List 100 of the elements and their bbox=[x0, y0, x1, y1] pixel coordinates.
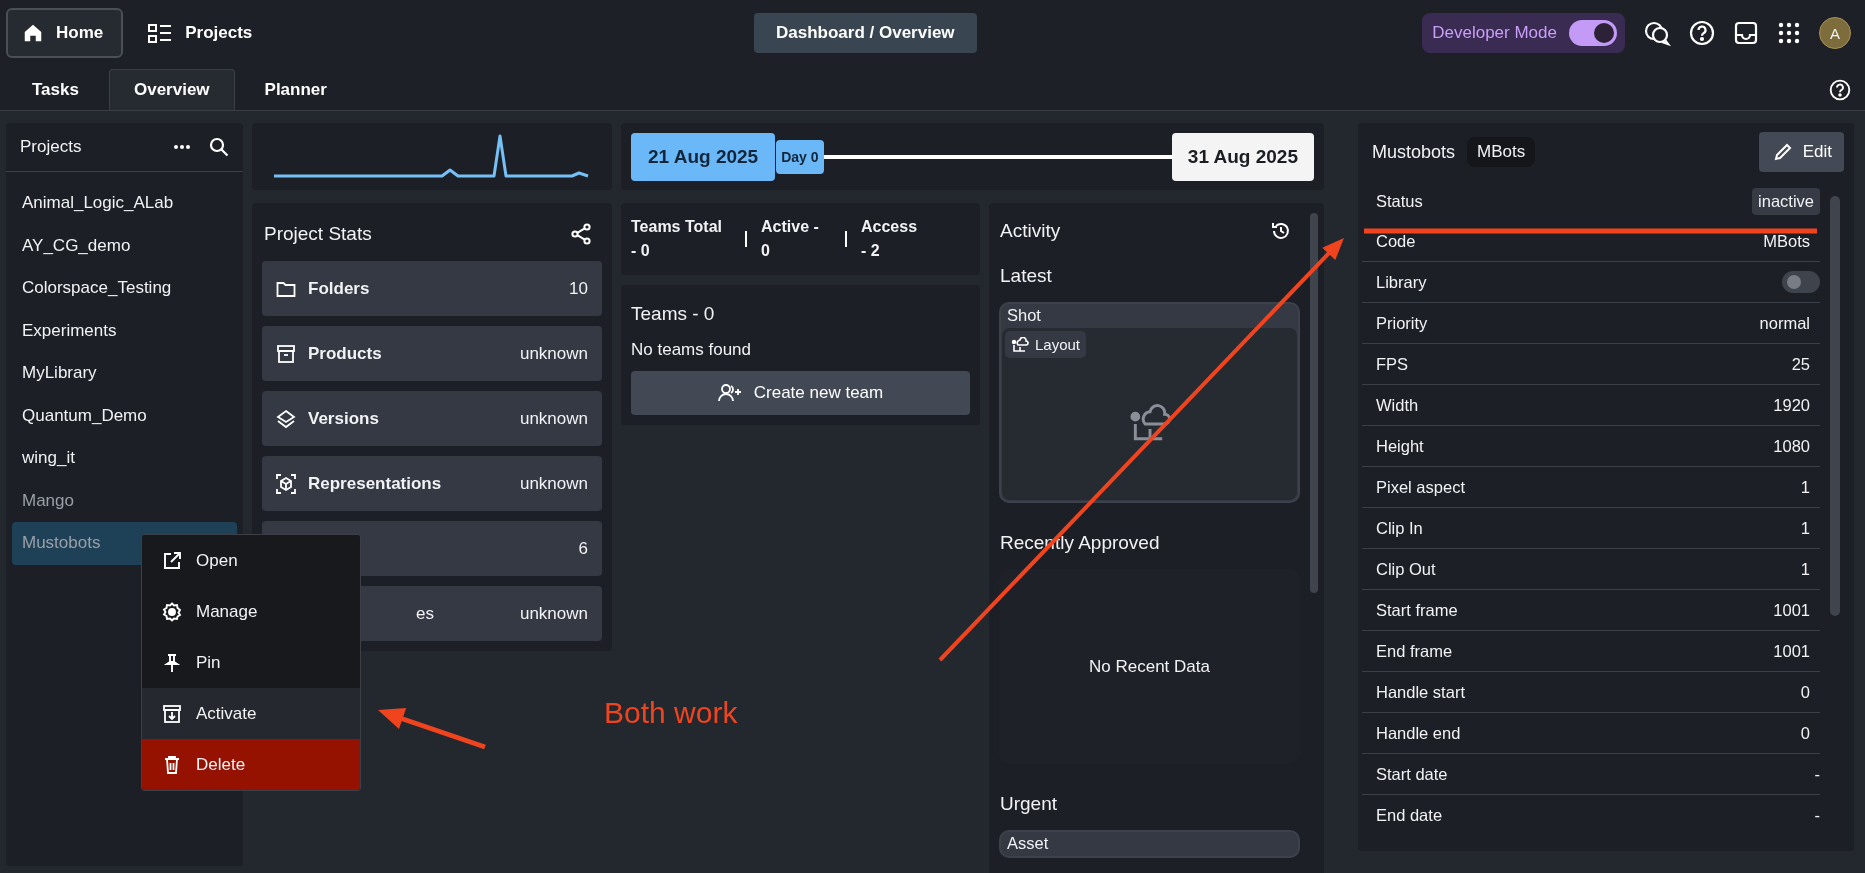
stat-label: Representations bbox=[308, 473, 442, 494]
team-stat: Teams Total - 0 bbox=[631, 217, 723, 261]
stat-label: es bbox=[416, 603, 434, 624]
field-value: 1 bbox=[1800, 518, 1811, 538]
status-tag: inactive bbox=[1752, 187, 1820, 215]
annotation-note: Both work bbox=[604, 696, 738, 730]
stat-row[interactable]: Representations unknown bbox=[262, 456, 602, 511]
start-date-chip[interactable]: 21 Aug 2025 bbox=[631, 132, 776, 181]
field-label: Start date bbox=[1376, 764, 1448, 784]
field-label: Width bbox=[1376, 395, 1419, 415]
project-item[interactable]: AY_CG_demo bbox=[12, 224, 237, 267]
project-item[interactable]: Colorspace_Testing bbox=[12, 267, 237, 310]
developer-mode-toggle[interactable]: Developer Mode bbox=[1422, 13, 1625, 53]
field-value: 1001 bbox=[1773, 641, 1811, 661]
tab[interactable]: Planner bbox=[240, 69, 351, 110]
inbox-icon[interactable] bbox=[1733, 20, 1759, 46]
field-label: Clip In bbox=[1376, 518, 1423, 538]
settings-icon bbox=[162, 601, 182, 622]
stat-label: Folders bbox=[308, 278, 370, 299]
field-label: Priority bbox=[1376, 313, 1428, 333]
panel-title: Activity bbox=[1000, 219, 1061, 242]
toggle-switch[interactable] bbox=[1782, 271, 1820, 293]
field-value: 1 bbox=[1800, 477, 1811, 497]
tab[interactable]: Tasks bbox=[8, 69, 103, 110]
field-label: Status bbox=[1376, 191, 1423, 211]
search-icon[interactable] bbox=[209, 137, 229, 157]
task-tag: Layout bbox=[1005, 331, 1087, 359]
field-value: 1920 bbox=[1773, 395, 1811, 415]
home-button[interactable]: Home bbox=[6, 8, 124, 58]
stat-value: unknown bbox=[519, 343, 588, 364]
menu-label: Manage bbox=[196, 601, 258, 622]
field-value: normal bbox=[1759, 313, 1811, 333]
project-item[interactable]: Animal_Logic_ALab bbox=[12, 182, 237, 225]
help-icon[interactable] bbox=[1829, 79, 1851, 101]
stat-value: unknown bbox=[519, 408, 588, 429]
external-link-icon bbox=[162, 550, 182, 571]
apps-grid-icon[interactable] bbox=[1777, 21, 1801, 45]
menu-item[interactable]: Activate bbox=[142, 688, 360, 739]
share-icon[interactable] bbox=[570, 223, 592, 245]
chat-icon[interactable] bbox=[1643, 19, 1671, 47]
card-title: Teams - 0 bbox=[631, 302, 716, 326]
empty-message: No Recent Data bbox=[1089, 656, 1210, 677]
project-title: Mustobots bbox=[1372, 141, 1456, 163]
scrollbar[interactable] bbox=[1830, 196, 1840, 616]
field-value: - bbox=[1814, 764, 1820, 784]
archive-box-icon bbox=[162, 703, 182, 724]
stat-value: unknown bbox=[519, 473, 588, 494]
field-value: 0 bbox=[1800, 682, 1811, 702]
home-icon bbox=[22, 22, 44, 44]
field-label: Start frame bbox=[1376, 600, 1458, 620]
trash-icon bbox=[162, 754, 182, 775]
field-value: MBots bbox=[1763, 231, 1811, 251]
field-label: End frame bbox=[1376, 641, 1453, 661]
section-heading: Latest bbox=[1000, 264, 1053, 289]
project-item[interactable]: wing_it bbox=[12, 437, 237, 480]
field-value: 0 bbox=[1800, 723, 1811, 743]
breadcrumb-button[interactable]: Dashboard / Overview bbox=[754, 13, 977, 53]
stat-row[interactable]: Versions unknown bbox=[262, 391, 602, 446]
card-title: Project Stats bbox=[264, 223, 372, 245]
user-avatar[interactable]: A bbox=[1819, 17, 1851, 49]
hierarchy-icon bbox=[147, 22, 174, 44]
folder-icon bbox=[276, 279, 296, 298]
field-value: - bbox=[1814, 805, 1820, 825]
projects-button[interactable]: Projects bbox=[141, 22, 259, 44]
stat-value: 6 bbox=[578, 538, 588, 559]
field-label: Clip Out bbox=[1376, 559, 1436, 579]
help-icon[interactable] bbox=[1689, 20, 1715, 46]
activity-card[interactable]: Shot Layout bbox=[999, 302, 1300, 504]
menu-item[interactable]: Delete bbox=[142, 739, 360, 790]
menu-label: Delete bbox=[196, 754, 246, 775]
tab[interactable]: Overview bbox=[108, 69, 235, 110]
team-stat: Access - 2 bbox=[861, 217, 919, 261]
project-item[interactable]: MyLibrary bbox=[12, 352, 237, 395]
field-label: Handle end bbox=[1376, 723, 1461, 743]
edit-button[interactable]: Edit bbox=[1758, 132, 1844, 172]
stat-row[interactable]: Folders 10 bbox=[262, 261, 602, 316]
more-icon[interactable] bbox=[173, 144, 191, 150]
stat-row[interactable]: Products unknown bbox=[262, 326, 602, 381]
field-label: Handle start bbox=[1376, 682, 1465, 702]
activity-card[interactable]: Asset bbox=[999, 830, 1300, 858]
project-item[interactable]: Quantum_Demo bbox=[12, 394, 237, 437]
code-tag: MBots bbox=[1467, 137, 1536, 167]
field-value: 1080 bbox=[1773, 436, 1811, 456]
create-team-button[interactable]: Create new team bbox=[631, 371, 970, 415]
toggle-switch[interactable] bbox=[1569, 20, 1617, 46]
scrollbar[interactable] bbox=[1310, 213, 1318, 593]
menu-label: Activate bbox=[196, 703, 257, 724]
cube-icon bbox=[276, 473, 296, 494]
field-value: 25 bbox=[1791, 354, 1811, 374]
pencil-icon bbox=[1772, 142, 1793, 162]
developer-mode-label: Developer Mode bbox=[1432, 23, 1557, 43]
end-date-chip[interactable]: 31 Aug 2025 bbox=[1171, 132, 1314, 181]
field-value: 1 bbox=[1800, 559, 1811, 579]
sidebar-title: Projects bbox=[20, 137, 83, 157]
section-heading: Urgent bbox=[1000, 792, 1059, 816]
field-value: 1001 bbox=[1773, 600, 1811, 620]
archive-box-icon bbox=[276, 343, 296, 364]
stat-label: Versions bbox=[308, 408, 379, 429]
project-item[interactable]: Experiments bbox=[12, 309, 237, 352]
field-label: Code bbox=[1376, 231, 1416, 251]
